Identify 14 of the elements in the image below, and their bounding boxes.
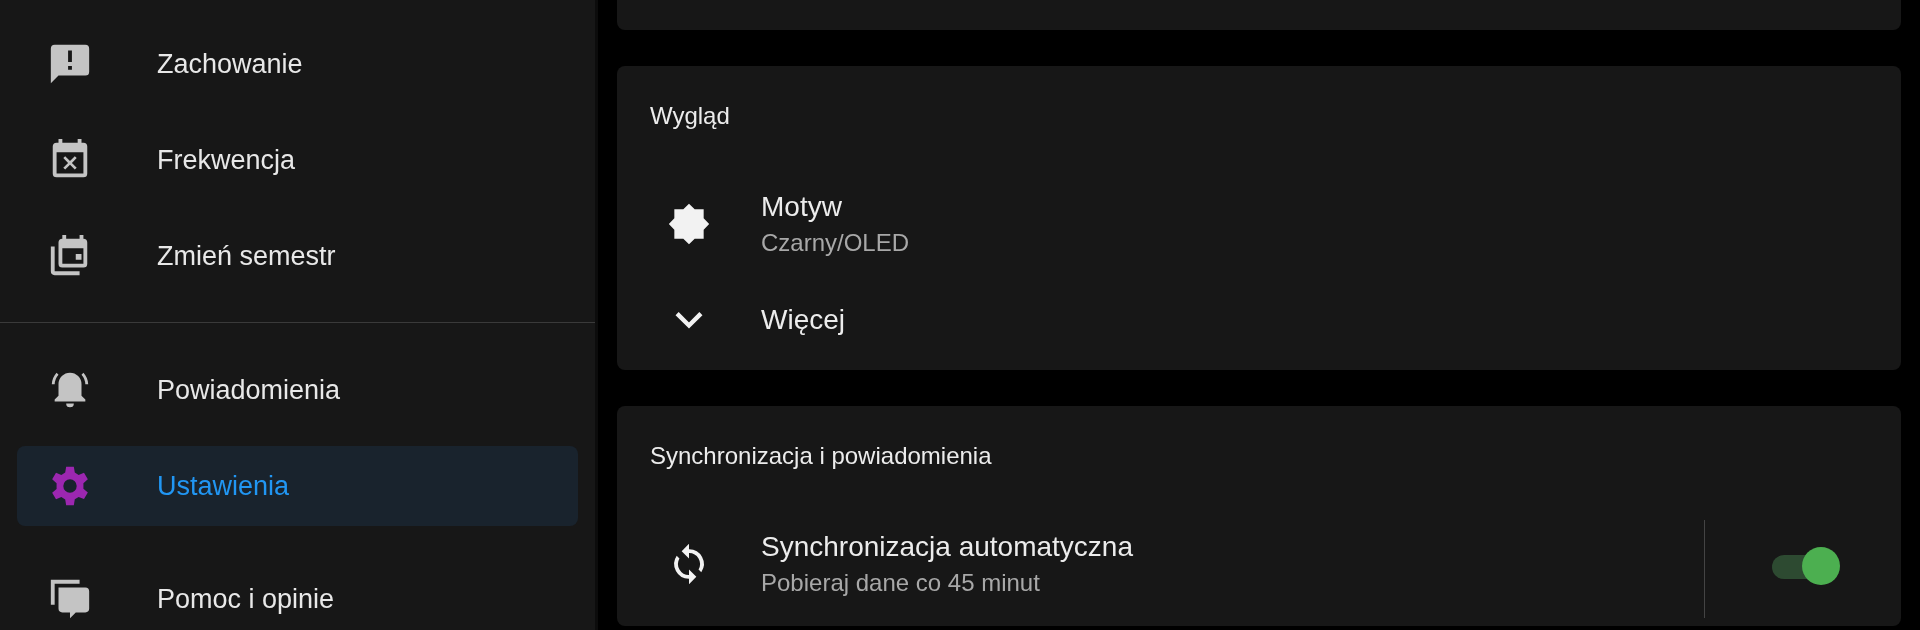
setting-value: Czarny/OLED	[761, 229, 911, 257]
sidebar-item[interactable]: Zachowanie	[17, 24, 578, 104]
setting-value: Pobieraj dane co 45 minut	[761, 569, 1041, 597]
section-title: Wygląd	[649, 102, 731, 131]
sidebar-item[interactable]: Zmień semestr	[17, 216, 578, 296]
section-title: Synchronizacja i powiadomienia	[649, 442, 993, 471]
setting-title[interactable]: Synchronizacja automatyczna	[761, 531, 1704, 563]
sidebar-item[interactable]: Ustawienia	[17, 446, 578, 526]
setting-title[interactable]: Więcej	[761, 304, 1901, 336]
brightness-icon	[667, 202, 711, 246]
sidebar-item[interactable]: Frekwencja	[17, 120, 578, 200]
setting-title[interactable]: Motyw	[761, 191, 1901, 223]
sidebar-item[interactable]: Powiadomienia	[17, 350, 578, 430]
sidebar-item[interactable]: Pomoc i opinie	[17, 559, 578, 630]
